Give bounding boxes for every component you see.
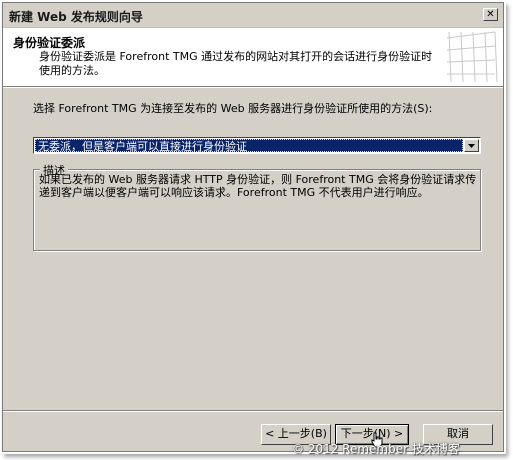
delegation-method-select[interactable]: 无委派，但是客户端可以直接进行身份验证 bbox=[33, 137, 481, 154]
page-subtitle: 身份验证委派是 Forefront TMG 通过发布的网站对其打开的会话进行身份… bbox=[39, 50, 433, 77]
watermark: © 2012 Remember 技术博客 bbox=[292, 442, 460, 456]
wizard-dialog: 新建 Web 发布规则向导 ✕ 身份验证委派 身份验证委派是 Forefront… bbox=[2, 2, 504, 452]
header-separator bbox=[3, 87, 503, 88]
page-title: 身份验证委派 bbox=[13, 36, 86, 50]
close-button[interactable]: ✕ bbox=[483, 8, 498, 21]
wizard-header: 身份验证委派 身份验证委派是 Forefront TMG 通过发布的网站对其打开… bbox=[3, 28, 503, 87]
selected-method[interactable]: 无委派，但是客户端可以直接进行身份验证 bbox=[35, 139, 463, 153]
window-title: 新建 Web 发布规则向导 bbox=[9, 10, 143, 24]
close-icon: ✕ bbox=[486, 9, 495, 20]
dropdown-button[interactable] bbox=[464, 139, 479, 152]
footer-separator-highlight bbox=[3, 411, 503, 412]
description-text: 如果已发布的 Web 服务器请求 HTTP 身份验证，则 Forefront T… bbox=[39, 173, 477, 199]
method-prompt: 选择 Forefront TMG 为连接至发布的 Web 服务器进行身份验证所使… bbox=[33, 102, 433, 115]
title-bar[interactable]: 新建 Web 发布规则向导 ✕ bbox=[3, 3, 503, 28]
wizard-banner-icon bbox=[446, 31, 498, 83]
chevron-down-icon bbox=[468, 144, 475, 148]
